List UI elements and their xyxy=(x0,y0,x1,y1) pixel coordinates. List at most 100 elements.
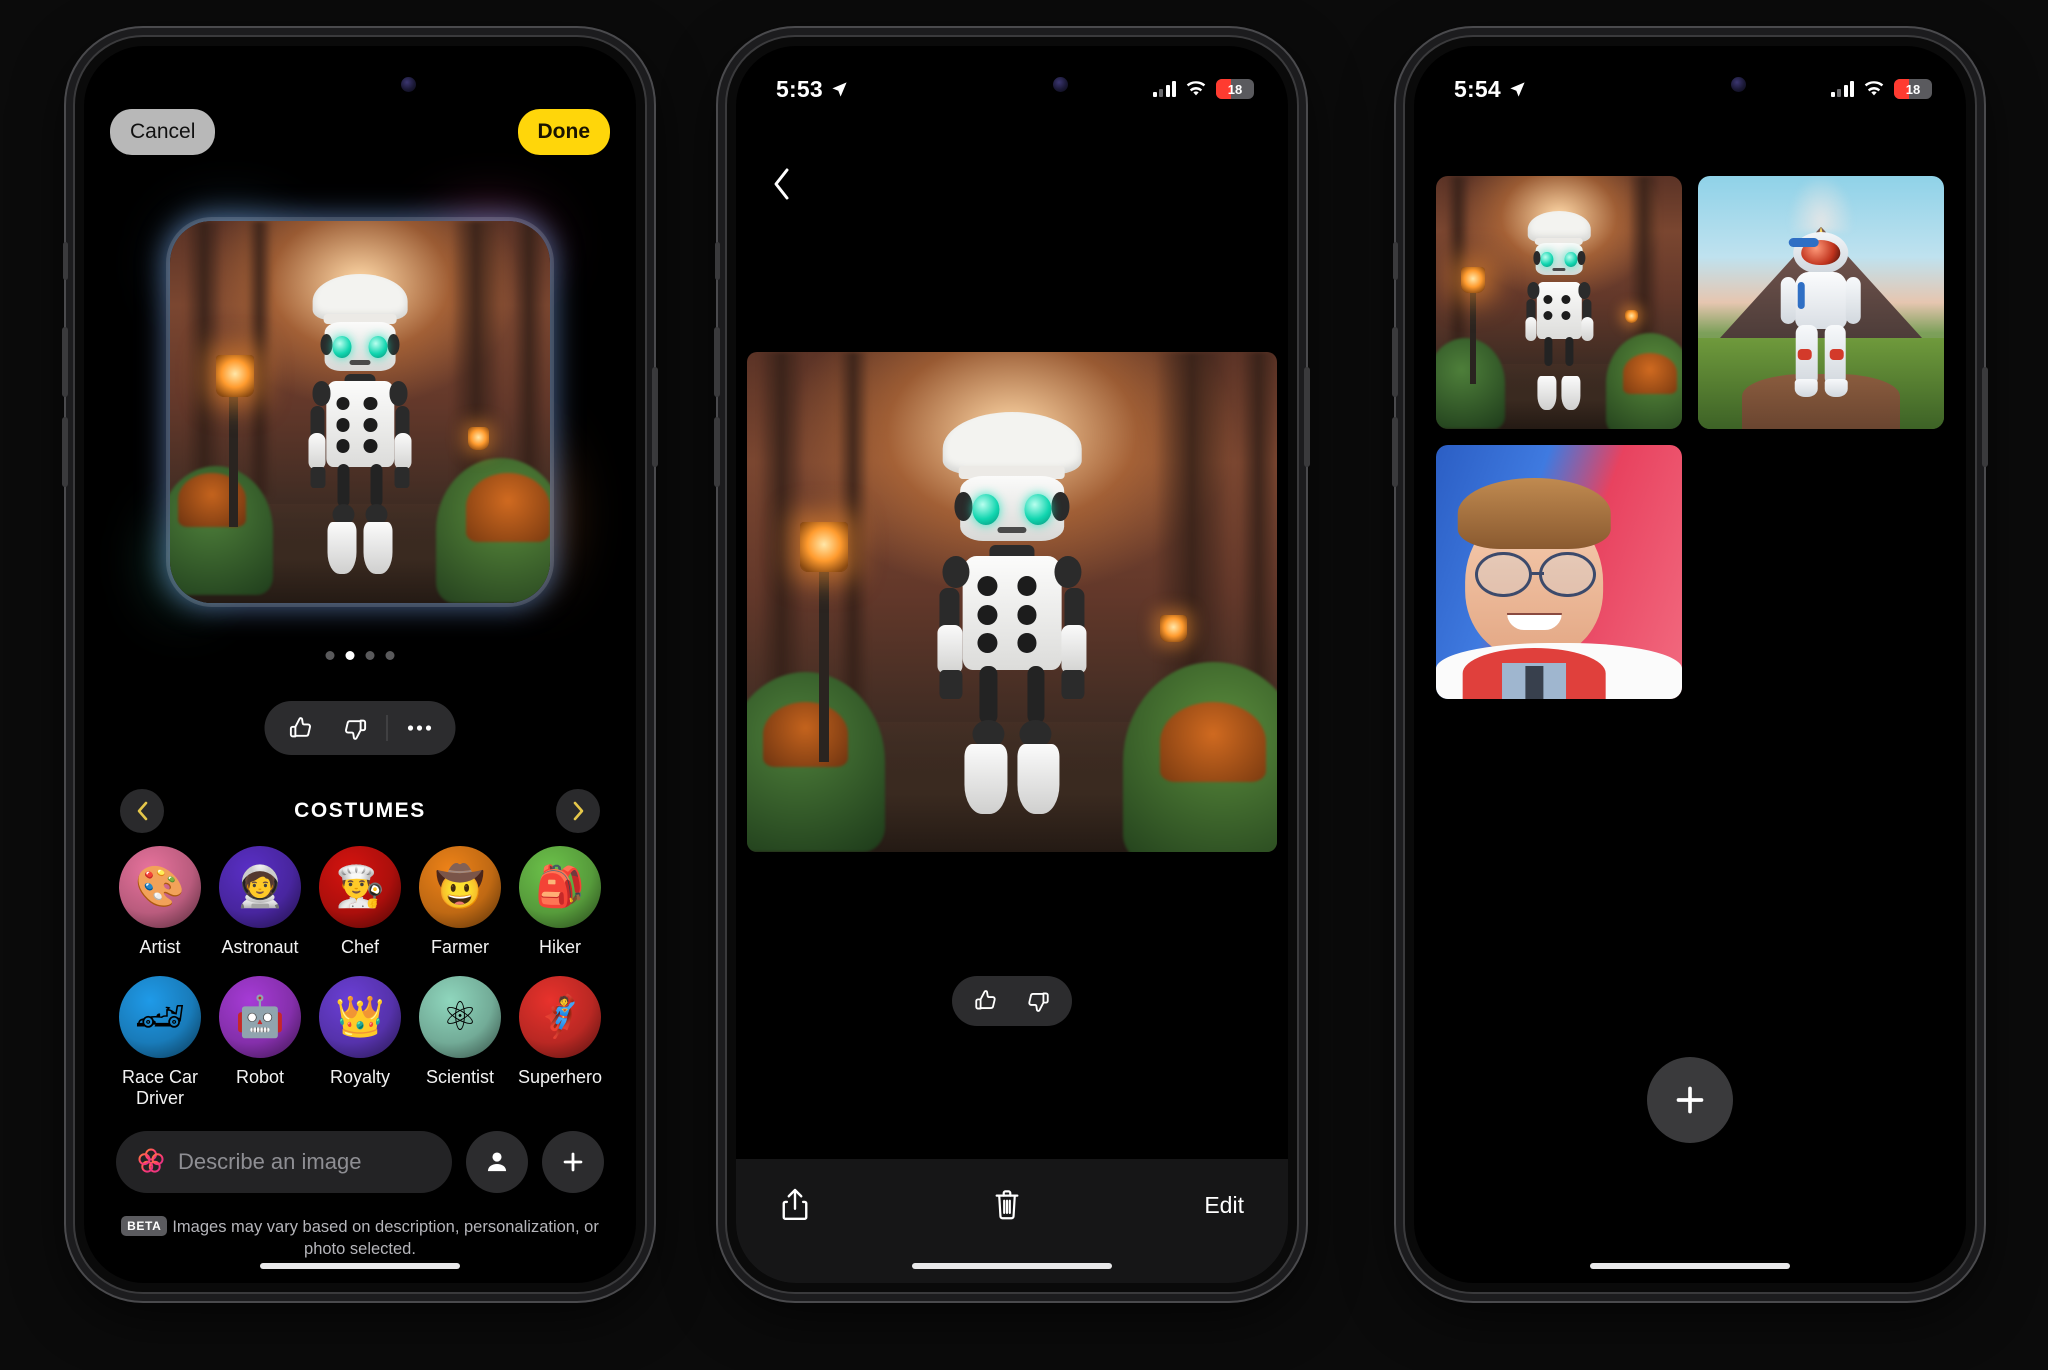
back-button[interactable] xyxy=(770,166,793,207)
costume-option-superhero[interactable]: 🦸 Superhero xyxy=(510,976,610,1109)
create-image-button[interactable] xyxy=(1647,1057,1733,1143)
wifi-icon xyxy=(1186,80,1206,95)
delete-button[interactable] xyxy=(992,1188,1022,1222)
costume-option-robot[interactable]: 🤖 Robot xyxy=(210,976,310,1109)
power-button[interactable] xyxy=(1982,367,1988,467)
costume-icon: 👑 xyxy=(319,976,401,1059)
beta-disclaimer: BETA Images may vary based on description… xyxy=(112,1216,608,1261)
chef-robot xyxy=(1502,211,1615,414)
phone-2-detail-screen: 5:53 18 Edit xyxy=(714,37,1310,1292)
dynamic-island xyxy=(1610,64,1770,106)
cellular-signal-icon xyxy=(1830,81,1854,97)
home-indicator[interactable] xyxy=(912,1263,1112,1269)
costume-icon: 👨‍🍳 xyxy=(319,846,401,928)
battery-indicator: 18 xyxy=(1216,79,1254,99)
dynamic-island xyxy=(280,64,440,106)
mute-switch[interactable] xyxy=(1393,242,1398,280)
power-button[interactable] xyxy=(1304,367,1310,467)
category-prev-button[interactable] xyxy=(120,789,164,833)
costume-option-royalty[interactable]: 👑 Royalty xyxy=(310,976,410,1109)
costume-option-race-car-driver[interactable]: 🏎 Race Car Driver xyxy=(110,976,210,1109)
plus-icon xyxy=(563,1152,583,1172)
costume-label: Farmer xyxy=(431,937,489,957)
costume-option-farmer[interactable]: 🤠 Farmer xyxy=(410,846,510,958)
library-item[interactable] xyxy=(1436,445,1682,699)
costume-option-chef[interactable]: 👨‍🍳 Chef xyxy=(310,846,410,958)
costume-icon: 🎒 xyxy=(519,846,601,928)
page-indicator[interactable] xyxy=(325,651,395,660)
costume-label: Scientist xyxy=(425,1067,495,1088)
page-dot-active[interactable] xyxy=(345,651,355,660)
edit-button[interactable]: Edit xyxy=(1204,1192,1244,1219)
describe-image-input[interactable]: Describe an image xyxy=(116,1131,452,1193)
volume-up-button[interactable] xyxy=(1392,327,1398,397)
thumbs-up-icon[interactable] xyxy=(275,702,327,754)
person-icon xyxy=(487,1152,507,1172)
done-button[interactable]: Done xyxy=(517,109,610,155)
person-button[interactable] xyxy=(466,1131,528,1193)
mute-switch[interactable] xyxy=(715,242,720,280)
costume-option-scientist[interactable]: ⚛ Scientist xyxy=(410,976,510,1109)
phone-1-create-screen: Cancel Done xyxy=(62,37,658,1292)
library-item[interactable] xyxy=(1436,176,1682,430)
cancel-button[interactable]: Cancel xyxy=(110,109,216,155)
astronaut xyxy=(1777,231,1866,399)
thumbs-down-icon[interactable] xyxy=(1012,975,1064,1027)
plus-icon xyxy=(1676,1086,1704,1114)
volume-up-button[interactable] xyxy=(62,327,68,397)
more-options-icon[interactable] xyxy=(394,702,446,754)
status-indicators: 18 xyxy=(1830,79,1932,99)
status-time-group: 5:53 xyxy=(776,76,849,103)
costume-label: Royalty xyxy=(329,1067,391,1088)
category-next-button[interactable] xyxy=(556,789,600,833)
costume-icon: 🤖 xyxy=(219,976,301,1059)
mute-switch[interactable] xyxy=(63,242,68,280)
chevron-left-icon xyxy=(774,168,789,200)
costume-label: Hiker xyxy=(538,937,581,957)
costume-icon: 🦸 xyxy=(519,976,601,1059)
home-indicator[interactable] xyxy=(260,1263,460,1269)
image-preview-card[interactable] xyxy=(170,221,550,603)
location-arrow-icon xyxy=(1510,81,1525,97)
volume-down-button[interactable] xyxy=(714,417,720,487)
home-indicator[interactable] xyxy=(1590,1263,1790,1269)
costume-label: Chef xyxy=(340,937,380,957)
page-dot[interactable] xyxy=(385,651,395,660)
share-icon xyxy=(782,1188,808,1220)
costume-option-hiker[interactable]: 🎒 Hiker xyxy=(510,846,610,958)
power-button[interactable] xyxy=(652,367,658,467)
page-dot[interactable] xyxy=(325,651,335,660)
page-dot[interactable] xyxy=(365,651,375,660)
add-photo-button[interactable] xyxy=(542,1131,604,1193)
trash-icon xyxy=(995,1190,1019,1220)
costume-option-astronaut[interactable]: 🧑‍🚀 Astronaut xyxy=(210,846,310,958)
forest-scene xyxy=(170,221,550,603)
library-item[interactable] xyxy=(1698,176,1944,430)
forest-scene xyxy=(747,352,1277,852)
thumbs-down-icon[interactable] xyxy=(329,702,381,754)
costume-option-artist[interactable]: 🎨 Artist xyxy=(110,846,210,958)
battery-indicator: 18 xyxy=(1894,79,1932,99)
volume-up-button[interactable] xyxy=(714,327,720,397)
costume-label: Superhero xyxy=(517,1067,603,1088)
thumbs-up-icon[interactable] xyxy=(960,975,1012,1027)
costume-icon: 🏎 xyxy=(119,976,201,1059)
costume-label: Robot xyxy=(235,1067,285,1088)
volume-down-button[interactable] xyxy=(1392,417,1398,487)
beta-badge: BETA xyxy=(121,1216,168,1237)
costume-label: Race Car Driver xyxy=(121,1067,199,1109)
phone-2-screen: 5:53 18 Edit xyxy=(736,46,1288,1283)
battery-level: 18 xyxy=(1905,81,1921,97)
category-nav: COSTUMES xyxy=(84,786,636,836)
image-library-grid xyxy=(1436,176,1944,699)
status-time: 5:54 xyxy=(1454,75,1501,102)
portrait-scene xyxy=(1436,445,1682,699)
share-button[interactable] xyxy=(780,1187,810,1223)
volcano-scene xyxy=(1698,176,1944,430)
dynamic-island xyxy=(932,64,1092,106)
category-title: COSTUMES xyxy=(294,799,426,822)
feedback-bar xyxy=(952,976,1072,1026)
costume-icon: ⚛ xyxy=(419,976,501,1059)
generated-image[interactable] xyxy=(747,352,1277,852)
volume-down-button[interactable] xyxy=(62,417,68,487)
